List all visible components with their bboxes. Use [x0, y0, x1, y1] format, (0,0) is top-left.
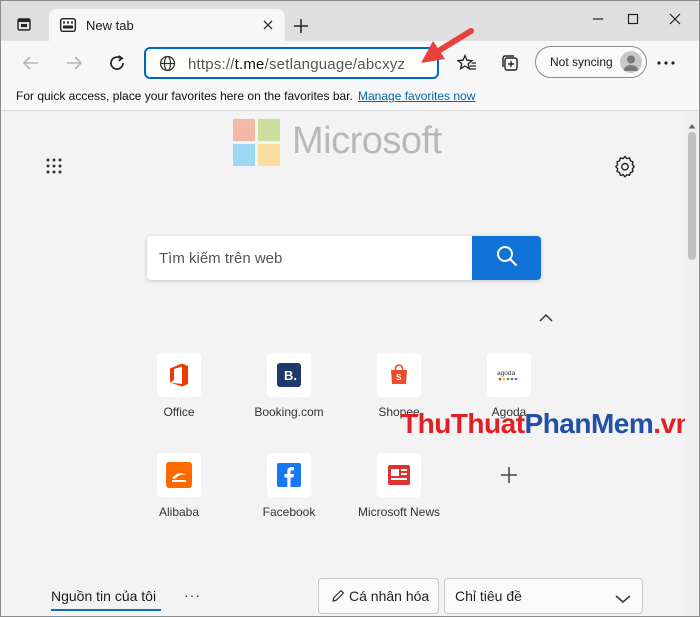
- tile-label: Facebook: [262, 505, 316, 519]
- maximize-icon[interactable]: [618, 9, 648, 29]
- office-icon: [157, 353, 201, 397]
- shopee-icon: S: [377, 353, 421, 397]
- microsoft-brand-text: Microsoft: [292, 120, 442, 162]
- app-launcher-icon[interactable]: [45, 157, 63, 175]
- quick-link-booking[interactable]: B. Booking.com: [239, 353, 339, 433]
- annotation-arrow-icon: [421, 28, 474, 63]
- quick-link-microsoft-news[interactable]: Microsoft News: [349, 453, 449, 533]
- tile-label: Alibaba: [158, 505, 200, 519]
- tile-label: Microsoft News: [357, 505, 440, 519]
- scrollbar-thumb[interactable]: [688, 132, 696, 260]
- tab-actions-icon[interactable]: [11, 11, 37, 37]
- manage-favorites-link[interactable]: Manage favorites now: [358, 89, 475, 103]
- quick-link-alibaba[interactable]: Alibaba: [129, 453, 229, 533]
- address-bar[interactable]: https://t.me/setlanguage/abcxyz: [144, 47, 439, 79]
- profile-sync-button[interactable]: Not syncing: [535, 46, 647, 78]
- microsoft-logo-icon: [233, 119, 281, 167]
- new-tab-page: Microsoft Of: [1, 112, 693, 616]
- chevron-down-icon: [614, 591, 632, 609]
- collections-icon[interactable]: [497, 50, 523, 76]
- booking-icon: B.: [267, 353, 311, 397]
- web-search-input[interactable]: [159, 246, 469, 270]
- close-window-icon[interactable]: [660, 9, 690, 29]
- personalize-button[interactable]: Cá nhân hóa: [318, 578, 439, 614]
- microsoft-news-icon: [377, 453, 421, 497]
- svg-text:S: S: [396, 373, 402, 382]
- svg-text:agoda: agoda: [497, 370, 515, 377]
- facebook-icon: [267, 453, 311, 497]
- minimize-icon[interactable]: [583, 9, 613, 29]
- new-tab-favicon-icon: [59, 17, 77, 33]
- tab-title: New tab: [86, 18, 134, 33]
- profile-avatar-icon: [620, 51, 642, 73]
- watermark-part2: PhanMem: [524, 408, 654, 439]
- quick-link-facebook[interactable]: Facebook: [239, 453, 339, 533]
- globe-icon: [159, 55, 176, 77]
- feed-more-options-icon[interactable]: ···: [184, 587, 201, 603]
- alibaba-icon: [157, 453, 201, 497]
- url-path: /setlanguage/abcxyz: [264, 56, 406, 73]
- watermark-part1: ThuThuat: [401, 408, 525, 439]
- web-search-box: [147, 236, 541, 280]
- vertical-scrollbar[interactable]: [685, 112, 699, 616]
- feed-tab-underline: [51, 609, 161, 611]
- url-prefix: https://: [188, 56, 235, 73]
- search-icon: [496, 245, 518, 272]
- back-arrow-icon[interactable]: [18, 50, 44, 76]
- add-site-plus-icon[interactable]: [487, 453, 531, 497]
- personalize-label: Cá nhân hóa: [349, 588, 430, 604]
- page-settings-gear-icon[interactable]: [613, 154, 637, 178]
- collapse-chevron-up-icon[interactable]: [538, 310, 554, 328]
- quick-link-office[interactable]: Office: [129, 353, 229, 433]
- pencil-icon: [331, 589, 345, 608]
- watermark-text: ThuThuatPhanMem.vn: [401, 408, 693, 440]
- new-tab-plus-icon[interactable]: [291, 16, 311, 36]
- sync-label: Not syncing: [550, 55, 613, 69]
- layout-select[interactable]: Chỉ tiêu đề: [444, 578, 643, 614]
- tab-new-tab[interactable]: New tab: [49, 9, 285, 41]
- tile-label: Office: [163, 405, 195, 419]
- svg-text:B.: B.: [284, 368, 297, 383]
- feed-tab-my-feed[interactable]: Nguồn tin của tôi: [51, 588, 156, 604]
- tab-strip: New tab: [1, 1, 699, 41]
- address-url: https://t.me/setlanguage/abcxyz: [188, 56, 405, 73]
- search-button[interactable]: [472, 236, 541, 280]
- forward-arrow-icon[interactable]: [61, 50, 87, 76]
- navigation-toolbar: https://t.me/setlanguage/abcxyz Not sync…: [1, 41, 699, 83]
- browser-window: New tab https://t.me/setlanguage/abcxyz …: [0, 0, 700, 617]
- tile-label: Booking.com: [254, 405, 324, 419]
- tab-close-icon[interactable]: [259, 16, 277, 34]
- more-options-icon[interactable]: [653, 50, 679, 76]
- agoda-icon: agoda: [487, 353, 531, 397]
- layout-select-value: Chỉ tiêu đề: [455, 588, 522, 604]
- url-host: t.me: [234, 56, 265, 73]
- favorites-bar-message: For quick access, place your favorites h…: [16, 89, 353, 103]
- news-feed-bar: Nguồn tin của tôi ··· Cá nhân hóa Chỉ ti…: [1, 567, 685, 616]
- refresh-icon[interactable]: [104, 50, 130, 76]
- favorites-bar: For quick access, place your favorites h…: [1, 83, 699, 111]
